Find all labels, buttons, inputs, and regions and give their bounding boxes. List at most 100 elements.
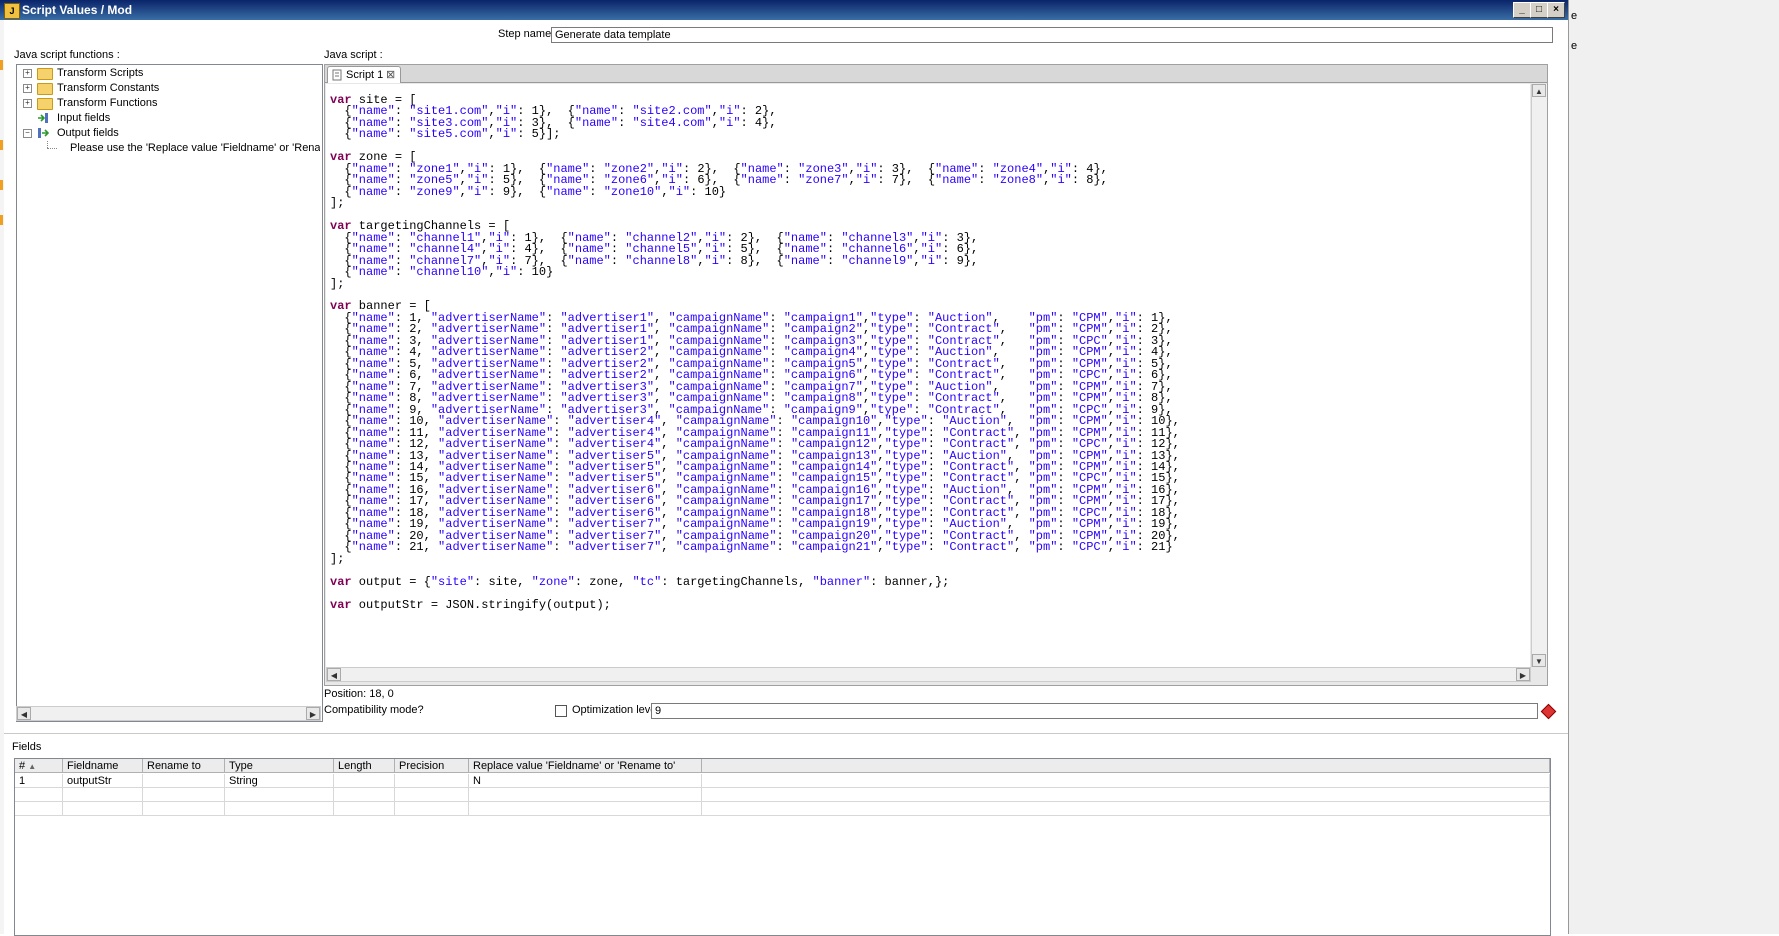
- table-cell[interactable]: [143, 802, 225, 816]
- tree-connector: [47, 141, 49, 148]
- compatibility-checkbox[interactable]: [555, 705, 567, 717]
- scroll-up-icon[interactable]: ▲: [1532, 84, 1546, 97]
- code-line: ];: [330, 551, 345, 566]
- column-header[interactable]: Length: [334, 759, 395, 773]
- compatibility-label: Compatibility mode?: [324, 704, 424, 716]
- table-cell[interactable]: [143, 788, 225, 802]
- table-cell[interactable]: [15, 788, 63, 802]
- tree-horizontal-scrollbar[interactable]: ◀ ▶: [16, 706, 321, 721]
- optimization-level-input[interactable]: 9: [651, 703, 1538, 719]
- js-functions-label: Java script functions :: [14, 49, 120, 61]
- tree-item-transform-functions[interactable]: + Transform Functions: [23, 96, 323, 111]
- input-fields-icon: [38, 113, 48, 123]
- column-header[interactable]: Replace value 'Fieldname' or 'Rename to': [469, 759, 702, 773]
- code-line: {"name": "zone9","i": 9}, {"name": "zone…: [330, 184, 727, 199]
- close-button[interactable]: ×: [1547, 2, 1565, 18]
- tree-item-output-hint: Please use the 'Replace value 'Fieldname…: [70, 141, 320, 156]
- folder-icon: [37, 98, 53, 110]
- code-line: var outputStr = JSON.stringify(output);: [330, 597, 611, 612]
- expand-icon[interactable]: +: [23, 84, 32, 93]
- table-cell[interactable]: [334, 788, 395, 802]
- step-name-input[interactable]: Generate data template: [551, 27, 1553, 43]
- tree-item-label: Please use the 'Replace value 'Fieldname…: [70, 142, 320, 154]
- column-header[interactable]: Precision: [395, 759, 469, 773]
- java-script-label: Java script :: [324, 49, 383, 61]
- table-cell: [702, 774, 1550, 788]
- column-header[interactable]: Rename to: [143, 759, 225, 773]
- tree-item-label: Transform Scripts: [57, 67, 144, 79]
- code-line: {"name": "site5.com","i": 5}];: [330, 127, 561, 142]
- scroll-left-icon[interactable]: ◀: [327, 668, 341, 681]
- column-header[interactable]: Fieldname: [63, 759, 143, 773]
- background-char: e: [1571, 10, 1578, 22]
- code-line: var output = {"site": site, "zone": zone…: [330, 574, 950, 589]
- window-titlebar[interactable]: J Script Values / Mod _ □ ×: [0, 0, 1568, 20]
- position-indicator: Position: 18, 0: [324, 688, 394, 700]
- code-line: {"name": 21, "advertiserName": "advertis…: [330, 540, 1173, 555]
- fields-table[interactable]: # ▲ Fieldname Rename to Type Length Prec…: [14, 758, 1551, 936]
- table-cell[interactable]: [469, 788, 702, 802]
- collapse-icon[interactable]: −: [23, 129, 32, 138]
- table-cell[interactable]: [334, 774, 395, 788]
- table-cell[interactable]: [63, 788, 143, 802]
- tree-item-label: Input fields: [57, 112, 111, 124]
- column-header[interactable]: Type: [225, 759, 334, 773]
- tree-item-input-fields[interactable]: Input fields: [23, 111, 323, 126]
- tree-item-transform-scripts[interactable]: + Transform Scripts: [23, 66, 323, 81]
- tree-item-transform-constants[interactable]: + Transform Constants: [23, 81, 323, 96]
- tree-item-label: Output fields: [57, 127, 119, 139]
- table-cell[interactable]: N: [469, 774, 702, 788]
- column-header[interactable]: # ▲: [15, 759, 63, 773]
- scroll-down-icon[interactable]: ▼: [1532, 654, 1546, 667]
- code-line: ];: [330, 276, 345, 291]
- script-icon: [332, 69, 342, 81]
- code-horizontal-scrollbar[interactable]: ◀ ▶: [326, 667, 1531, 682]
- tree-item-label: Transform Constants: [57, 82, 160, 94]
- tree-connector: [47, 148, 57, 150]
- table-cell[interactable]: [143, 774, 225, 788]
- scroll-right-icon[interactable]: ▶: [1516, 668, 1530, 681]
- table-cell[interactable]: [334, 802, 395, 816]
- tab-script-1[interactable]: Script 1 ⊠: [327, 66, 401, 83]
- minimize-button[interactable]: _: [1513, 2, 1531, 18]
- optimization-level-label: Optimization level: [572, 704, 659, 716]
- expand-icon[interactable]: +: [23, 99, 32, 108]
- table-cell[interactable]: [63, 802, 143, 816]
- table-cell[interactable]: [225, 802, 334, 816]
- tab-close-icon[interactable]: ⊠: [386, 67, 395, 83]
- code-vertical-scrollbar[interactable]: ▲ ▼: [1531, 84, 1547, 667]
- app-icon: J: [4, 3, 20, 19]
- table-cell[interactable]: [395, 788, 469, 802]
- output-fields-icon: [38, 128, 49, 138]
- table-cell[interactable]: 1: [15, 774, 63, 788]
- table-cell[interactable]: String: [225, 774, 334, 788]
- table-cell[interactable]: outputStr: [63, 774, 143, 788]
- table-cell[interactable]: [225, 788, 334, 802]
- folder-icon: [37, 83, 53, 95]
- background-char: e: [1571, 40, 1578, 52]
- column-header-filler: [702, 759, 1550, 773]
- error-indicator-icon: [1540, 703, 1557, 720]
- tree-item-output-fields[interactable]: − Output fields: [23, 126, 323, 141]
- window-title: Script Values / Mod: [22, 3, 133, 17]
- code-line: ];: [330, 196, 345, 211]
- scroll-left-icon[interactable]: ◀: [17, 707, 31, 720]
- fields-label: Fields: [12, 741, 42, 753]
- table-cell: [702, 802, 1550, 816]
- expand-icon[interactable]: +: [23, 69, 32, 78]
- folder-icon: [37, 68, 53, 80]
- step-name-label: Step name: [498, 28, 552, 40]
- table-cell[interactable]: [469, 802, 702, 816]
- js-functions-tree[interactable]: + Transform Scripts + Transform Constant…: [16, 64, 323, 722]
- scroll-right-icon[interactable]: ▶: [306, 707, 320, 720]
- table-cell[interactable]: [395, 774, 469, 788]
- code-area[interactable]: var site = [ {"name": "site1.com","i": 1…: [326, 84, 1530, 667]
- table-cell[interactable]: [15, 802, 63, 816]
- script-tabbar: Script 1 ⊠: [325, 65, 1547, 83]
- tree-item-label: Transform Functions: [57, 97, 158, 109]
- maximize-button[interactable]: □: [1530, 2, 1548, 18]
- table-cell[interactable]: [395, 802, 469, 816]
